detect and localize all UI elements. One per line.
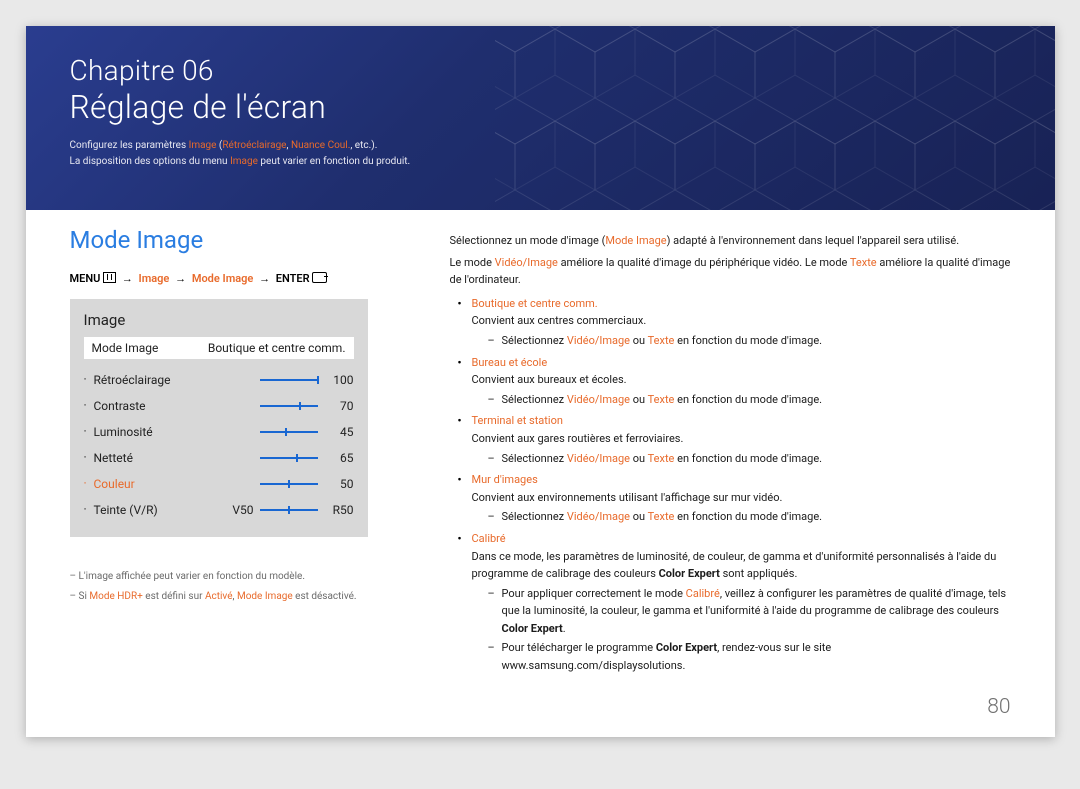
setting-row: Couleur 50	[84, 471, 354, 497]
panel-title: Image	[84, 311, 354, 329]
setting-value: 50	[328, 477, 354, 491]
settings-list: Rétroéclairage 100 Contraste 70 Luminosité 45…	[84, 367, 354, 497]
mode-label: Mode Image	[92, 341, 159, 355]
setting-tint: Teinte (V/R) V50 R50	[84, 497, 354, 523]
setting-label: Couleur	[84, 477, 260, 491]
mode-sub-list: Sélectionnez Vidéo/Image ou Texte en fon…	[472, 508, 1011, 526]
setting-value: 45	[328, 425, 354, 439]
chapter-subtitle-2: La disposition des options du menu Image…	[70, 154, 411, 170]
chapter-header: Chapitre 06 Réglage de l'écran Configure…	[26, 26, 1055, 210]
setting-label: Rétroéclairage	[84, 373, 260, 387]
menu-icon	[103, 272, 116, 283]
mode-sub-list: Pour appliquer correctement le mode Cali…	[472, 585, 1011, 675]
mode-item-head: Calibré	[472, 532, 506, 545]
mode-list: Boutique et centre comm. Convient aux cen…	[450, 295, 1011, 675]
setting-value: 100	[328, 373, 354, 387]
footnotes: – L'image affichée peut varier en foncti…	[70, 567, 426, 607]
mode-sub-list: Sélectionnez Vidéo/Image ou Texte en fon…	[472, 391, 1011, 409]
chapter-number: Chapitre 06	[70, 54, 214, 87]
slider	[260, 431, 318, 433]
setting-row: Luminosité 45	[84, 419, 354, 445]
mode-item: Mur d'images Convient aux environnements …	[450, 471, 1011, 526]
mode-item: Terminal et station Convient aux gares ro…	[450, 412, 1011, 467]
setting-label: Luminosité	[84, 425, 260, 439]
setting-label: Teinte (V/R)	[84, 503, 216, 517]
slider	[260, 509, 318, 511]
slider	[260, 379, 318, 381]
setting-value: 65	[328, 451, 354, 465]
mode-item-head: Mur d'images	[472, 473, 538, 486]
mode-sub-item: Sélectionnez Vidéo/Image ou Texte en fon…	[488, 391, 1011, 409]
mode-item-desc: Convient aux gares routières et ferrovia…	[472, 432, 684, 445]
right-column: Sélectionnez un mode d'image (Mode Image…	[450, 226, 1011, 707]
mode-sub-list: Sélectionnez Vidéo/Image ou Texte en fon…	[472, 450, 1011, 468]
content-body: Mode Image MENU → Image → Mode Image → E…	[70, 226, 1011, 707]
mode-item-head: Bureau et école	[472, 356, 548, 369]
intro-paragraph: Le mode Vidéo/Image améliore la qualité …	[450, 254, 1011, 289]
mode-sub-item: Pour appliquer correctement le mode Cali…	[488, 585, 1011, 638]
osd-panel: Image Mode Image Boutique et centre comm…	[70, 299, 368, 537]
mode-sub-item: Sélectionnez Vidéo/Image ou Texte en fon…	[488, 508, 1011, 526]
intro-paragraph: Sélectionnez un mode d'image (Mode Image…	[450, 232, 1011, 250]
tint-right-value: R50	[328, 503, 354, 517]
tint-left-value: V50	[216, 503, 254, 517]
mode-value: Boutique et centre comm.	[208, 341, 346, 355]
slider	[260, 483, 318, 485]
mode-item-desc: Convient aux bureaux et écoles.	[472, 373, 627, 386]
setting-label: Netteté	[84, 451, 260, 465]
mode-item-desc: Dans ce mode, les paramètres de luminosi…	[472, 550, 997, 581]
setting-row: Rétroéclairage 100	[84, 367, 354, 393]
page-number: 80	[987, 695, 1010, 719]
setting-value: 70	[328, 399, 354, 413]
mode-item: Boutique et centre comm. Convient aux cen…	[450, 295, 1011, 350]
mode-item: Bureau et école Convient aux bureaux et é…	[450, 354, 1011, 409]
mode-sub-list: Sélectionnez Vidéo/Image ou Texte en fon…	[472, 332, 1011, 350]
chapter-subtitle-1: Configurez les paramètres Image (Rétroéc…	[70, 138, 378, 154]
document-page: Chapitre 06 Réglage de l'écran Configure…	[26, 26, 1055, 737]
setting-row: Contraste 70	[84, 393, 354, 419]
mode-sub-item: Pour télécharger le programme Color Expe…	[488, 639, 1011, 674]
section-heading: Mode Image	[70, 226, 426, 254]
setting-label: Contraste	[84, 399, 260, 413]
enter-icon	[312, 272, 327, 283]
footnote: – Si Mode HDR+ est défini sur Activé, Mo…	[70, 587, 426, 607]
mode-item-calibre: Calibré Dans ce mode, les paramètres de l…	[450, 530, 1011, 675]
mode-item-desc: Convient aux centres commerciaux.	[472, 314, 647, 327]
left-column: Mode Image MENU → Image → Mode Image → E…	[70, 226, 426, 707]
slider	[260, 405, 318, 407]
mode-item-head: Terminal et station	[472, 414, 563, 427]
mode-item-desc: Convient aux environnements utilisant l'…	[472, 491, 783, 504]
mode-item-head: Boutique et centre comm.	[472, 297, 598, 310]
slider	[260, 457, 318, 459]
footnote: – L'image affichée peut varier en foncti…	[70, 567, 426, 587]
mode-sub-item: Sélectionnez Vidéo/Image ou Texte en fon…	[488, 450, 1011, 468]
header-cubes-decor	[495, 26, 1055, 210]
mode-row: Mode Image Boutique et centre comm.	[84, 337, 354, 359]
chapter-title: Réglage de l'écran	[70, 88, 327, 126]
setting-row: Netteté 65	[84, 445, 354, 471]
mode-sub-item: Sélectionnez Vidéo/Image ou Texte en fon…	[488, 332, 1011, 350]
menu-breadcrumb: MENU → Image → Mode Image → ENTER	[70, 272, 426, 285]
